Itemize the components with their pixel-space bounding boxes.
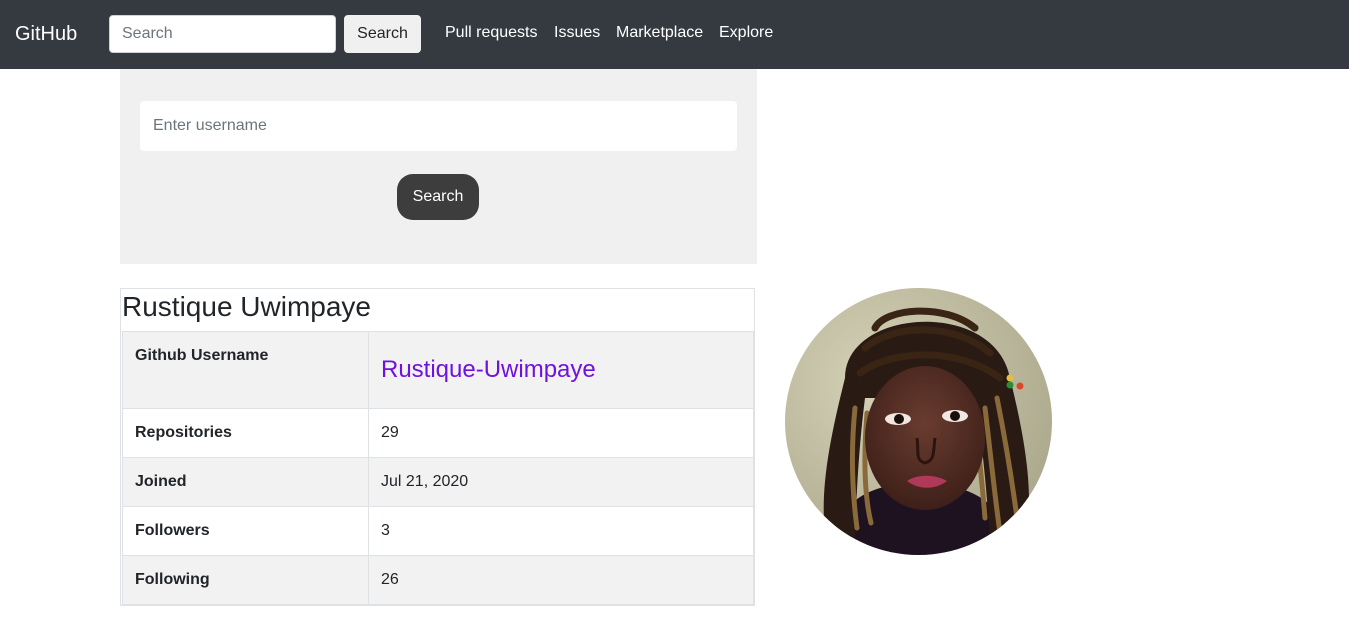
brand-link[interactable]: GitHub <box>15 22 77 46</box>
github-username-link[interactable]: Rustique-Uwimpaye <box>381 356 596 383</box>
row-value: Rustique-Uwimpaye <box>368 331 754 409</box>
nav-link-marketplace[interactable]: Marketplace <box>616 23 703 43</box>
row-label: Followers <box>122 506 369 556</box>
user-search-panel: Search <box>120 69 757 264</box>
nav-link-explore[interactable]: Explore <box>719 23 773 43</box>
navbar-search-button[interactable]: Search <box>344 15 421 53</box>
table-row-joined: Joined Jul 21, 2020 <box>122 457 754 507</box>
top-navbar: GitHub Search Pull requests Issues Marke… <box>0 0 1349 69</box>
profile-name: Rustique Uwimpaye <box>122 291 371 322</box>
table-row-following: Following 26 <box>122 555 754 605</box>
table-row-repositories: Repositories 29 <box>122 408 754 458</box>
row-value: 26 <box>368 555 754 605</box>
table-row-username: Github Username Rustique-Uwimpaye <box>122 331 754 409</box>
table-row-followers: Followers 3 <box>122 506 754 556</box>
row-value: 29 <box>368 408 754 458</box>
row-value: 3 <box>368 506 754 556</box>
user-search-button[interactable]: Search <box>397 174 479 220</box>
profile-card: Rustique Uwimpaye Github Username Rustiq… <box>120 288 755 606</box>
row-label: Github Username <box>122 331 369 409</box>
navbar-search-input[interactable] <box>109 15 336 53</box>
profile-table: Github Username Rustique-Uwimpaye Reposi… <box>122 331 754 605</box>
row-value: Jul 21, 2020 <box>368 457 754 507</box>
nav-link-pull-requests[interactable]: Pull requests <box>445 23 538 43</box>
row-label: Repositories <box>122 408 369 458</box>
row-label: Joined <box>122 457 369 507</box>
row-label: Following <box>122 555 369 605</box>
avatar <box>785 288 1052 555</box>
nav-link-issues[interactable]: Issues <box>554 23 600 43</box>
avatar-portrait-image <box>785 288 1052 555</box>
username-input[interactable] <box>140 101 737 151</box>
